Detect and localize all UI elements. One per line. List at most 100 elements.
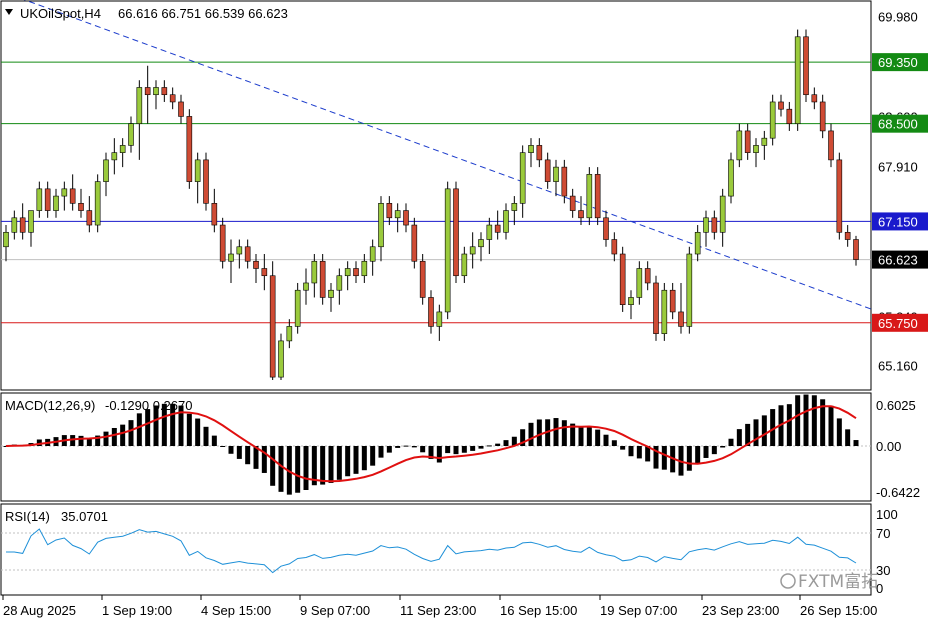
candle-body[interactable]: [653, 282, 659, 334]
candle-body[interactable]: [594, 174, 601, 219]
candle-body[interactable]: [78, 203, 84, 211]
candle-body[interactable]: [428, 297, 434, 327]
candle-body[interactable]: [11, 217, 18, 233]
candle-body[interactable]: [703, 217, 709, 233]
candle-body[interactable]: [786, 108, 793, 124]
candle-body[interactable]: [819, 101, 826, 132]
candle-body[interactable]: [136, 87, 143, 124]
candle-body[interactable]: [511, 203, 518, 211]
candle-body[interactable]: [628, 297, 634, 305]
candle-body[interactable]: [86, 210, 93, 226]
candle-body[interactable]: [561, 166, 568, 197]
candle-body[interactable]: [461, 253, 468, 277]
candle-body[interactable]: [61, 188, 68, 197]
candle-body[interactable]: [728, 159, 734, 197]
candle-body[interactable]: [44, 188, 51, 211]
candle-body[interactable]: [436, 311, 443, 327]
candle-body[interactable]: [53, 195, 59, 211]
candle-body[interactable]: [603, 217, 609, 240]
candle-body[interactable]: [744, 130, 751, 153]
candle-body[interactable]: [694, 231, 701, 255]
candle-body[interactable]: [236, 246, 243, 255]
candle-body[interactable]: [578, 210, 584, 219]
candle-body[interactable]: [103, 159, 109, 182]
candle-body[interactable]: [3, 231, 9, 248]
candle-body[interactable]: [494, 224, 501, 233]
candle-body[interactable]: [469, 246, 476, 255]
candle-body[interactable]: [769, 101, 776, 139]
candle-body[interactable]: [378, 203, 384, 248]
candle-body[interactable]: [853, 239, 859, 260]
candle-body[interactable]: [178, 101, 184, 117]
candle-body[interactable]: [736, 130, 743, 161]
candle-body[interactable]: [536, 145, 543, 161]
candle-body[interactable]: [169, 94, 176, 103]
candle-body[interactable]: [386, 203, 393, 219]
rsi-panel[interactable]: [0, 503, 872, 596]
candle-body[interactable]: [761, 137, 768, 146]
candle-body[interactable]: [186, 116, 193, 182]
candle-body[interactable]: [503, 210, 509, 233]
candle-body[interactable]: [661, 289, 668, 334]
candle-body[interactable]: [36, 188, 43, 211]
candle-body[interactable]: [119, 145, 126, 153]
candle-body[interactable]: [453, 188, 459, 277]
candle-body[interactable]: [619, 253, 626, 305]
candle-body[interactable]: [244, 246, 251, 262]
candle-body[interactable]: [611, 239, 618, 255]
candle-body[interactable]: [553, 166, 559, 182]
candle-body[interactable]: [69, 188, 76, 204]
candle-body[interactable]: [803, 36, 809, 96]
candle-body[interactable]: [636, 268, 643, 298]
candle-body[interactable]: [811, 94, 818, 103]
candle-body[interactable]: [836, 159, 843, 233]
candle-body[interactable]: [669, 289, 676, 313]
candle-body[interactable]: [328, 289, 334, 298]
candle-body[interactable]: [519, 152, 526, 204]
candle-body[interactable]: [303, 282, 309, 291]
candle-body[interactable]: [261, 268, 268, 277]
candle-body[interactable]: [678, 311, 684, 327]
candle-body[interactable]: [269, 275, 276, 378]
candle-body[interactable]: [144, 87, 151, 96]
candle-body[interactable]: [294, 289, 301, 327]
candle-body[interactable]: [161, 87, 168, 96]
candle-body[interactable]: [153, 87, 159, 96]
candle-body[interactable]: [486, 224, 493, 240]
candle-body[interactable]: [128, 123, 134, 146]
candle-body[interactable]: [286, 326, 293, 342]
candle-body[interactable]: [753, 145, 759, 153]
candle-body[interactable]: [194, 159, 201, 182]
candle-body[interactable]: [419, 260, 426, 298]
candle-body[interactable]: [528, 145, 534, 153]
candle-body[interactable]: [394, 210, 401, 219]
candle-body[interactable]: [478, 239, 484, 248]
candle-body[interactable]: [253, 260, 259, 269]
candle-body[interactable]: [719, 195, 726, 233]
candle-body[interactable]: [444, 188, 451, 313]
candle-body[interactable]: [711, 217, 718, 233]
candle-body[interactable]: [353, 268, 359, 277]
candle-body[interactable]: [211, 203, 218, 226]
candle-body[interactable]: [94, 181, 101, 226]
candle-body[interactable]: [794, 36, 801, 124]
trading-chart[interactable]: 69.98068.60067.91067.22065.84065.160 69.…: [0, 0, 936, 624]
candle-body[interactable]: [19, 217, 26, 233]
candle-body[interactable]: [644, 268, 651, 284]
candle-body[interactable]: [361, 260, 368, 277]
candle-body[interactable]: [686, 253, 693, 327]
candle-body[interactable]: [828, 130, 834, 161]
candle-body[interactable]: [411, 224, 418, 262]
candle-body[interactable]: [344, 268, 351, 277]
candle-body[interactable]: [586, 174, 593, 219]
candle-body[interactable]: [844, 231, 851, 240]
candle-body[interactable]: [228, 253, 234, 262]
candle-body[interactable]: [311, 260, 318, 284]
candle-body[interactable]: [28, 210, 34, 233]
candle-body[interactable]: [111, 152, 118, 161]
candle-body[interactable]: [569, 195, 576, 211]
candle-body[interactable]: [778, 101, 784, 110]
candle-body[interactable]: [203, 159, 209, 204]
candle-body[interactable]: [544, 159, 551, 182]
candle-body[interactable]: [369, 246, 376, 262]
